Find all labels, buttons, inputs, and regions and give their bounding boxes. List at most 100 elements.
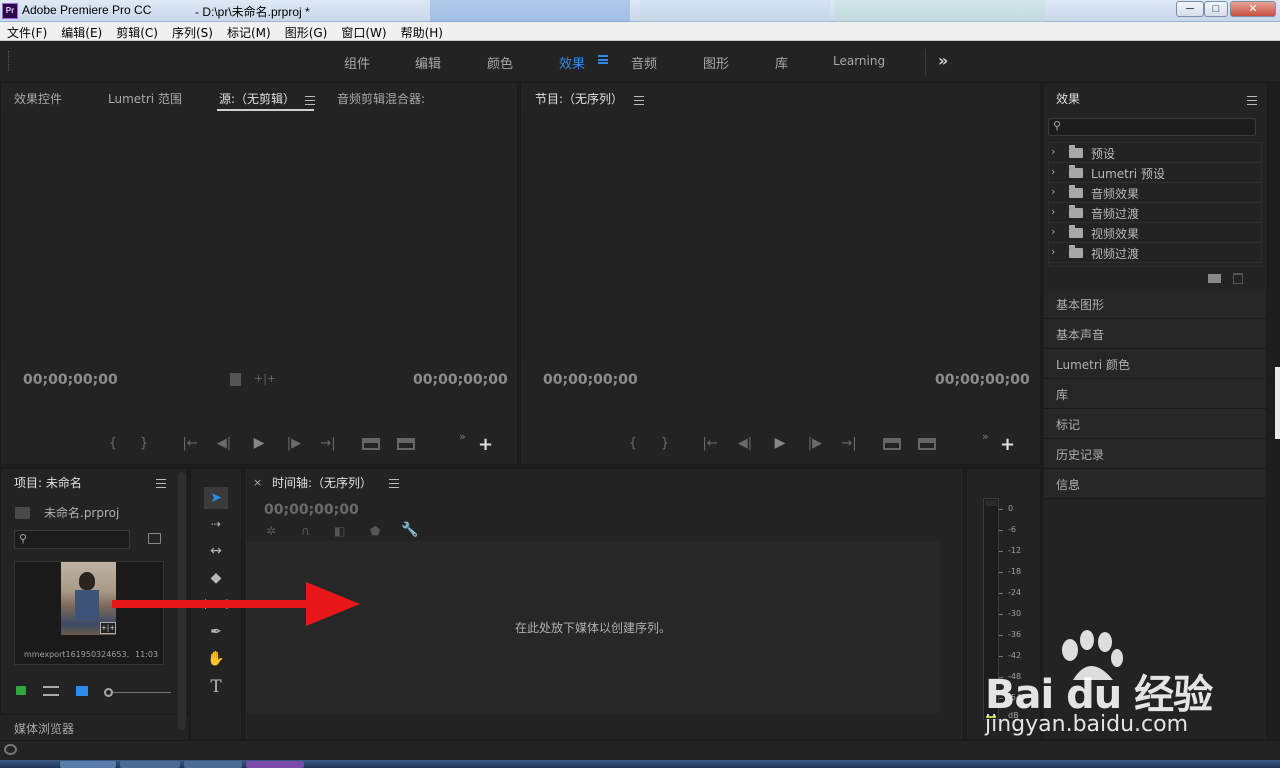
effects-folder-audio-effects[interactable]: › 音频效果 (1049, 183, 1261, 203)
menu-edit[interactable]: 编辑(E) (54, 22, 109, 40)
project-search-input[interactable]: ⚲ (14, 530, 130, 549)
workspace-tab-effects[interactable]: 效果 (559, 53, 585, 72)
button-editor-icon[interactable]: + (478, 434, 493, 455)
menu-help[interactable]: 帮助(H) (394, 22, 450, 40)
panel-markers[interactable]: 标记 (1044, 409, 1266, 439)
timeline-timecode[interactable]: 00;00;00;00 (264, 502, 359, 518)
panel-essential-graphics[interactable]: 基本图形 (1044, 289, 1266, 319)
icon-view-icon[interactable] (76, 686, 88, 696)
effects-folder-audio-transitions[interactable]: › 音频过渡 (1049, 203, 1261, 223)
status-icon[interactable] (4, 744, 17, 755)
menu-window[interactable]: 窗口(W) (334, 22, 393, 40)
source-viewer[interactable] (2, 112, 516, 362)
select-tool-icon[interactable]: ➤ (204, 487, 228, 509)
workspace-tab-audio[interactable]: 音频 (631, 53, 657, 72)
taskbar-item[interactable] (184, 761, 242, 768)
program-viewer[interactable] (522, 112, 1039, 362)
add-marker-icon[interactable]: ⬟ (370, 524, 380, 538)
panel-menu-icon[interactable] (156, 479, 166, 488)
effects-folder-video-transitions[interactable]: › 视频过渡 (1049, 243, 1261, 263)
tab-audio-clip-mixer[interactable]: 音频剪辑混合器: (337, 90, 425, 107)
linked-selection-icon[interactable]: ◧ (334, 524, 345, 538)
step-forward-icon[interactable]: |▶ (805, 436, 825, 451)
lift-icon[interactable] (883, 438, 901, 450)
clip-indicator[interactable] (985, 500, 997, 506)
extract-icon[interactable] (918, 438, 936, 450)
new-bin-icon[interactable] (1208, 274, 1221, 283)
step-back-icon[interactable]: ◀| (735, 436, 755, 451)
tab-timeline[interactable]: 时间轴:（无序列） (272, 474, 372, 491)
play-icon[interactable]: ▶ (770, 435, 790, 451)
maximize-button[interactable]: □ (1204, 1, 1228, 17)
wrench-icon[interactable]: 🔧 (401, 522, 418, 538)
mark-out-icon[interactable]: } (655, 436, 675, 451)
panel-lumetri-color[interactable]: Lumetri 颜色 (1044, 349, 1266, 379)
panel-menu-icon[interactable] (389, 479, 399, 488)
go-to-out-icon[interactable]: →| (318, 436, 338, 451)
play-icon[interactable]: ▶ (249, 435, 269, 451)
chevron-right-icon[interactable]: › (1051, 205, 1055, 218)
close-tab-icon[interactable]: × (253, 476, 262, 489)
menu-clip[interactable]: 剪辑(C) (109, 22, 165, 40)
fit-icon[interactable] (230, 373, 241, 386)
program-playhead-timecode[interactable]: 00;00;00;00 (543, 372, 638, 388)
lock-icon[interactable] (16, 686, 26, 695)
panel-menu-icon[interactable] (305, 96, 315, 105)
tab-effects[interactable]: 效果 (1056, 90, 1080, 107)
panel-libraries[interactable]: 库 (1044, 379, 1266, 409)
menu-graphics[interactable]: 图形(G) (278, 22, 335, 40)
effects-search-input[interactable]: ⚲ (1048, 118, 1256, 136)
chevron-right-icon[interactable]: › (1051, 225, 1055, 238)
panel-info[interactable]: 信息 (1044, 469, 1266, 499)
more-workspaces-icon[interactable]: » (938, 51, 948, 70)
tab-media-browser[interactable]: 媒体浏览器 (14, 720, 74, 737)
panel-menu-icon[interactable] (1247, 96, 1257, 105)
insert-icon[interactable] (362, 438, 380, 450)
button-editor-icon[interactable]: + (1000, 434, 1015, 455)
taskbar-item[interactable] (120, 761, 180, 768)
type-tool-icon[interactable]: T (204, 676, 228, 698)
workspace-menu-icon[interactable] (598, 55, 608, 64)
tab-effect-controls[interactable]: 效果控件 (14, 90, 62, 107)
taskbar-item[interactable] (60, 761, 116, 768)
menu-sequence[interactable]: 序列(S) (165, 22, 220, 40)
workspace-tab-color[interactable]: 颜色 (487, 53, 513, 72)
panel-essential-sound[interactable]: 基本声音 (1044, 319, 1266, 349)
mark-out-icon[interactable]: } (134, 436, 154, 451)
tab-project[interactable]: 项目: 未命名 (14, 474, 82, 491)
mark-in-icon[interactable]: { (623, 436, 643, 451)
track-select-tool-icon[interactable]: ⇢ (204, 513, 228, 535)
zoom-slider-track[interactable] (113, 692, 171, 693)
find-icon[interactable] (148, 533, 161, 544)
go-to-out-icon[interactable]: →| (839, 436, 859, 451)
mark-in-icon[interactable]: { (103, 436, 123, 451)
step-forward-icon[interactable]: |▶ (284, 436, 304, 451)
step-back-icon[interactable]: ◀| (214, 436, 234, 451)
list-view-icon[interactable] (43, 686, 59, 696)
overwrite-icon[interactable] (397, 438, 415, 450)
more-controls-icon[interactable]: » (459, 430, 466, 443)
effects-folder-presets[interactable]: › 预设 (1049, 143, 1261, 163)
go-to-in-icon[interactable]: |← (700, 436, 720, 451)
workspace-tab-editing[interactable]: 编辑 (415, 53, 441, 72)
nest-icon[interactable]: ✲ (266, 524, 276, 538)
trash-icon[interactable] (1233, 273, 1243, 284)
minimize-button[interactable]: ─ (1176, 1, 1204, 17)
chevron-right-icon[interactable]: › (1051, 245, 1055, 258)
close-button[interactable]: ✕ (1230, 1, 1276, 17)
zoom-slider-handle[interactable] (104, 688, 113, 697)
hand-tool-icon[interactable]: ✋ (204, 648, 228, 670)
grip-handle[interactable] (8, 51, 10, 71)
tab-program[interactable]: 节目:（无序列） (535, 90, 623, 107)
tab-lumetri-scopes[interactable]: Lumetri 范围 (108, 90, 182, 107)
panel-history[interactable]: 历史记录 (1044, 439, 1266, 469)
workspace-tab-learning[interactable]: Learning (833, 54, 885, 68)
right-edge-handle[interactable] (1275, 367, 1280, 439)
effects-folder-video-effects[interactable]: › 视频效果 (1049, 223, 1261, 243)
chevron-right-icon[interactable]: › (1051, 145, 1055, 158)
workspace-tab-assembly[interactable]: 组件 (344, 53, 370, 72)
more-controls-icon[interactable]: » (982, 430, 989, 443)
chevron-right-icon[interactable]: › (1051, 185, 1055, 198)
menu-file[interactable]: 文件(F) (0, 22, 54, 40)
effects-folder-lumetri-presets[interactable]: › Lumetri 预设 (1049, 163, 1261, 183)
